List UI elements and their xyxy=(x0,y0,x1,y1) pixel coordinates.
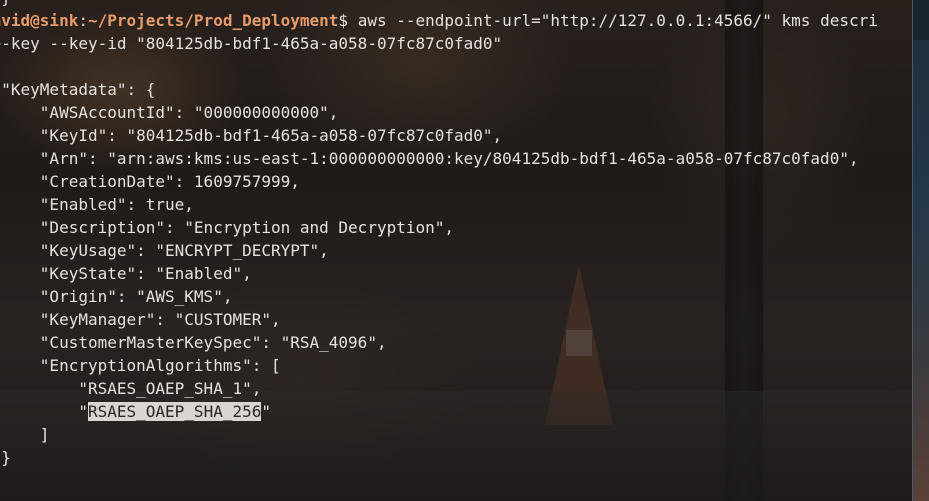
terminal-line: "AWSAccountId": "000000000000", xyxy=(0,103,339,122)
terminal-line: "KeyMetadata": { xyxy=(1,80,156,99)
terminal-line: "KeyId": "804125db-bdf1-465a-a058-07fc87… xyxy=(0,126,503,145)
terminal-line: "CustomerMasterKeySpec": "RSA_4096", xyxy=(0,333,387,352)
line-suffix: " xyxy=(261,402,271,421)
terminal-line: "KeyManager": "CUSTOMER", xyxy=(0,310,281,329)
adjacent-window-edge[interactable] xyxy=(912,0,929,501)
prompt-line: david@sink:~/Projects/Prod_Deployment$ a… xyxy=(0,9,912,32)
command-continuation: be-key --key-id "804125db-bdf1-465a-a058… xyxy=(0,34,503,53)
prompt-separator: : xyxy=(78,11,88,30)
prompt-path: ~/Projects/Prod_Deployment xyxy=(87,11,339,30)
terminal-line: "Origin": "AWS_KMS", xyxy=(0,287,233,306)
adjacent-window-titlebar xyxy=(913,0,929,40)
selected-text[interactable]: RSAES_OAEP_SHA_256 xyxy=(87,402,262,421)
terminal-line: ] xyxy=(39,425,50,444)
selected-line: "RSAES_OAEP_SHA_256" xyxy=(0,400,912,423)
terminal-line: "Enabled": true, xyxy=(0,195,194,214)
desktop-screen: } david@sink:~/Projects/Prod_Deployment$… xyxy=(0,0,929,501)
line-prefix: " xyxy=(78,402,88,421)
terminal-line: "KeyState": "Enabled", xyxy=(0,264,252,283)
terminal-line: "CreationDate": 1609757999, xyxy=(0,172,300,191)
terminal-line: } xyxy=(1,448,11,467)
terminal-line: } xyxy=(0,0,912,9)
terminal-line: "Description": "Encryption and Decryptio… xyxy=(0,218,455,237)
terminal-line: "EncryptionAlgorithms": [ xyxy=(0,356,281,375)
terminal-line: "Arn": "arn:aws:kms:us-east-1:0000000000… xyxy=(0,149,859,168)
terminal-line: "RSAES_OAEP_SHA_1", xyxy=(0,379,262,398)
prompt-user: david@sink xyxy=(0,11,79,30)
prompt-command: $ aws --endpoint-url="http://127.0.0.1:4… xyxy=(338,11,878,30)
terminal-output[interactable]: } david@sink:~/Projects/Prod_Deployment$… xyxy=(0,0,912,469)
terminal-line: "KeyUsage": "ENCRYPT_DECRYPT", xyxy=(0,241,329,260)
